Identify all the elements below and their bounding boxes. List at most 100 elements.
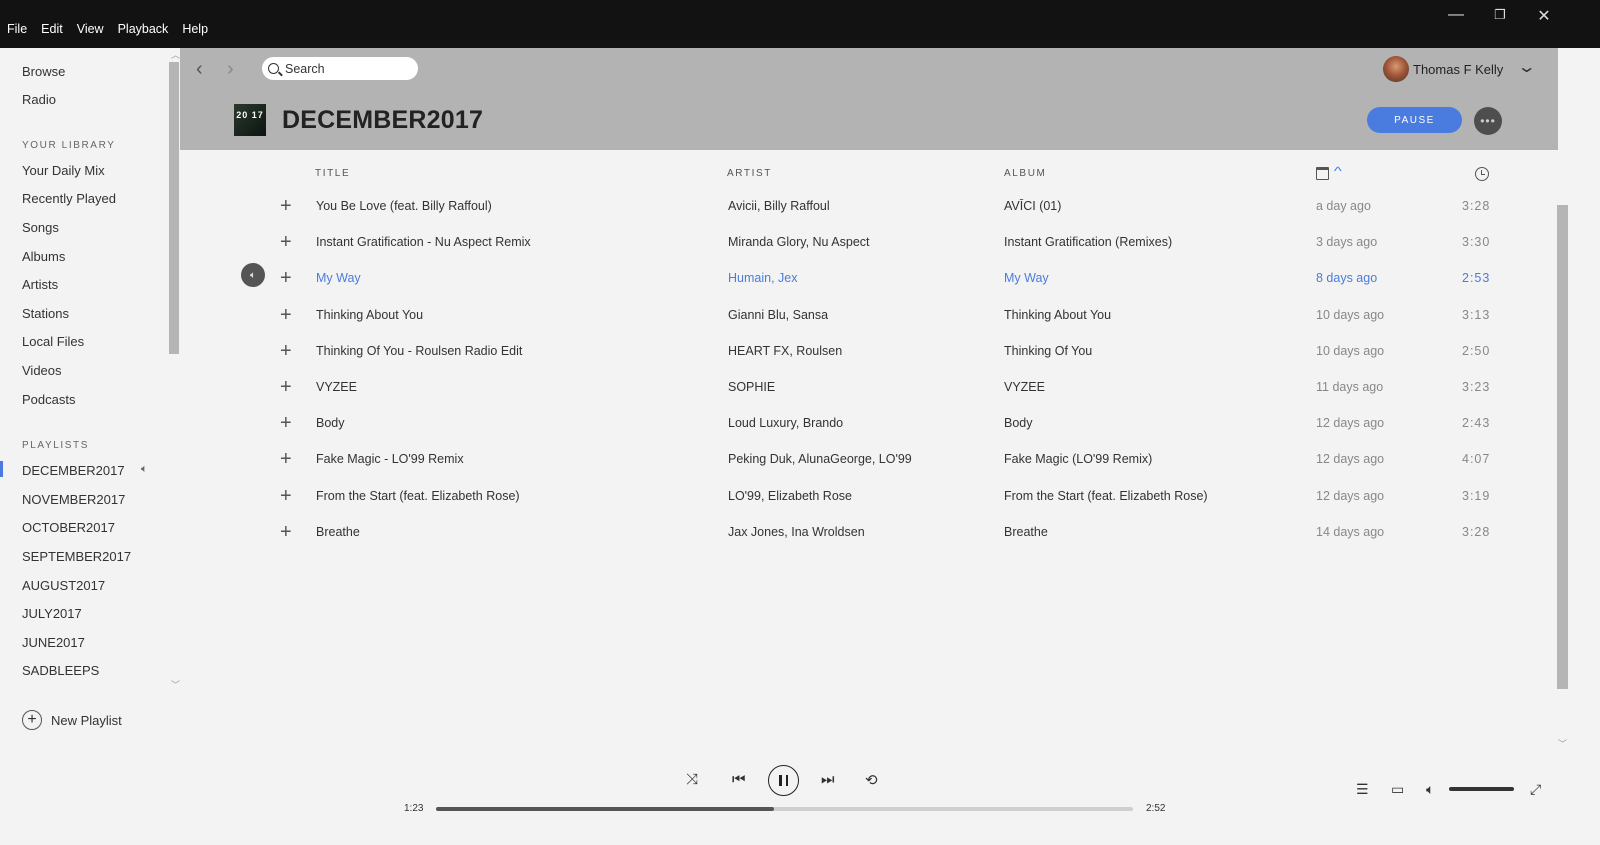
add-track-icon[interactable]: + bbox=[280, 412, 292, 435]
track-album[interactable]: Instant Gratification (Remixes) bbox=[1004, 235, 1172, 249]
sort-ascending-icon[interactable]: ^ bbox=[1334, 164, 1342, 178]
new-playlist-button[interactable]: + New Playlist bbox=[22, 710, 122, 730]
search-input[interactable]: Search bbox=[262, 57, 418, 80]
menu-help[interactable]: Help bbox=[175, 22, 215, 36]
track-album[interactable]: AVĪCI (01) bbox=[1004, 199, 1061, 213]
user-name[interactable]: Thomas F Kelly bbox=[1413, 62, 1503, 77]
sidebar-item-local-files[interactable]: Local Files bbox=[22, 334, 84, 349]
volume-icon[interactable]: 🔈︎ bbox=[1426, 781, 1434, 798]
track-row[interactable]: + Thinking Of You - Roulsen Radio Edit HEA… bbox=[180, 340, 1558, 380]
sidebar-item-radio[interactable]: Radio bbox=[22, 92, 56, 107]
sidebar-item-artists[interactable]: Artists bbox=[22, 277, 58, 292]
sidebar-item-stations[interactable]: Stations bbox=[22, 306, 69, 321]
sidebar-playlist-december2017[interactable]: DECEMBER2017 bbox=[22, 463, 125, 478]
fullscreen-icon[interactable]: ⤢ bbox=[1530, 781, 1541, 798]
track-album[interactable]: Fake Magic (LO'99 Remix) bbox=[1004, 452, 1152, 466]
track-artist[interactable]: Gianni Blu, Sansa bbox=[728, 308, 828, 322]
track-album[interactable]: VYZEE bbox=[1004, 380, 1045, 394]
track-album[interactable]: From the Start (feat. Elizabeth Rose) bbox=[1004, 489, 1208, 503]
sidebar-item-podcasts[interactable]: Podcasts bbox=[22, 392, 75, 407]
track-album[interactable]: Thinking About You bbox=[1004, 308, 1111, 322]
more-options-button[interactable]: ••• bbox=[1474, 107, 1502, 135]
menu-file[interactable]: File bbox=[0, 22, 34, 36]
sidebar-playlist-october2017[interactable]: OCTOBER2017 bbox=[22, 520, 115, 535]
track-album[interactable]: Breathe bbox=[1004, 525, 1048, 539]
add-track-icon[interactable]: + bbox=[280, 195, 292, 218]
pause-button[interactable]: PAUSE bbox=[1367, 107, 1462, 133]
sidebar-item-videos[interactable]: Videos bbox=[22, 363, 62, 378]
column-header-album[interactable]: ALBUM bbox=[1004, 168, 1046, 179]
sidebar-playlist-july2017[interactable]: JULY2017 bbox=[22, 606, 82, 621]
chevron-down-icon[interactable]: ⌄ bbox=[1517, 57, 1537, 77]
next-icon[interactable]: ⏭︎ bbox=[821, 771, 835, 788]
menu-edit[interactable]: Edit bbox=[34, 22, 70, 36]
track-row[interactable]: + Fake Magic - LO'99 Remix Peking Duk, Alu… bbox=[180, 448, 1558, 488]
user-avatar[interactable] bbox=[1383, 56, 1409, 82]
now-playing-speaker-icon[interactable]: 🔈︎ bbox=[241, 263, 265, 287]
track-row[interactable]: + Thinking About You Gianni Blu, Sansa Thin… bbox=[180, 304, 1558, 344]
track-row[interactable]: + You Be Love (feat. Billy Raffoul) Avicii… bbox=[180, 195, 1558, 235]
track-row[interactable]: + Instant Gratification - Nu Aspect Remix… bbox=[180, 231, 1558, 271]
progress-bar[interactable] bbox=[436, 807, 1133, 811]
minimize-icon[interactable]: — bbox=[1446, 6, 1466, 24]
main-scroll-down-icon[interactable]: ﹀ bbox=[1558, 737, 1567, 750]
sidebar-item-songs[interactable]: Songs bbox=[22, 220, 59, 235]
shuffle-icon[interactable]: ⤨ bbox=[686, 771, 698, 788]
main-scrollbar[interactable] bbox=[1557, 205, 1568, 689]
track-artist[interactable]: LO'99, Elizabeth Rose bbox=[728, 489, 852, 503]
add-track-icon[interactable]: + bbox=[280, 485, 292, 508]
sidebar-item-browse[interactable]: Browse bbox=[22, 64, 65, 79]
add-track-icon[interactable]: + bbox=[280, 340, 292, 363]
sidebar-playlist-september2017[interactable]: SEPTEMBER2017 bbox=[22, 549, 131, 564]
track-artist[interactable]: Miranda Glory, Nu Aspect bbox=[728, 235, 870, 249]
column-header-artist[interactable]: ARTIST bbox=[727, 168, 772, 179]
track-row[interactable]: + Body Loud Luxury, Brando Body 12 days ago 2… bbox=[180, 412, 1558, 452]
add-track-icon[interactable]: + bbox=[280, 448, 292, 471]
repeat-icon[interactable]: ⟲ bbox=[865, 771, 878, 789]
play-pause-button[interactable] bbox=[768, 765, 799, 796]
track-album[interactable]: Body bbox=[1004, 416, 1033, 430]
sidebar-playlist-june2017[interactable]: JUNE2017 bbox=[22, 635, 85, 650]
sidebar-scroll-up-icon[interactable]: ︿ bbox=[171, 48, 180, 61]
add-track-icon[interactable]: + bbox=[280, 231, 292, 254]
sidebar-item-daily-mix[interactable]: Your Daily Mix bbox=[22, 163, 105, 178]
track-artist[interactable]: Loud Luxury, Brando bbox=[728, 416, 843, 430]
menu-view[interactable]: View bbox=[70, 22, 111, 36]
sidebar-item-albums[interactable]: Albums bbox=[22, 249, 65, 264]
track-album[interactable]: My Way bbox=[1004, 271, 1049, 285]
devices-icon[interactable]: ▭ bbox=[1391, 781, 1404, 798]
calendar-icon[interactable] bbox=[1316, 167, 1329, 180]
add-track-icon[interactable]: + bbox=[280, 267, 292, 290]
add-track-icon[interactable]: + bbox=[280, 521, 292, 544]
track-artist[interactable]: Avicii, Billy Raffoul bbox=[728, 199, 830, 213]
track-row[interactable]: 🔈︎ + My Way Humain, Jex My Way 8 days ago 2:53 bbox=[180, 263, 1558, 307]
clock-icon[interactable] bbox=[1475, 167, 1489, 181]
column-header-title[interactable]: TITLE bbox=[315, 168, 350, 179]
sidebar-playlist-sadbleeps[interactable]: SADBLEEPS bbox=[22, 663, 99, 678]
sidebar-item-recently-played[interactable]: Recently Played bbox=[22, 191, 116, 206]
volume-slider[interactable] bbox=[1449, 787, 1514, 791]
restore-icon[interactable]: ❐ bbox=[1490, 7, 1510, 23]
add-track-icon[interactable]: + bbox=[280, 376, 292, 399]
previous-icon[interactable]: ⏮︎ bbox=[732, 771, 746, 788]
track-row[interactable]: + From the Start (feat. Elizabeth Rose) LO… bbox=[180, 485, 1558, 525]
track-date-added: 12 days ago bbox=[1316, 452, 1385, 466]
add-track-icon[interactable]: + bbox=[280, 304, 292, 327]
queue-icon[interactable]: ☰ bbox=[1356, 781, 1369, 798]
forward-arrow-icon[interactable]: › bbox=[227, 58, 234, 81]
track-artist[interactable]: Peking Duk, AlunaGeorge, LO'99 bbox=[728, 452, 912, 466]
track-row[interactable]: + Breathe Jax Jones, Ina Wroldsen Breathe 14… bbox=[180, 521, 1558, 561]
track-album[interactable]: Thinking Of You bbox=[1004, 344, 1092, 358]
menu-playback[interactable]: Playback bbox=[111, 22, 176, 36]
sidebar-scroll-down-icon[interactable]: ﹀ bbox=[171, 678, 180, 691]
sidebar-playlist-november2017[interactable]: NOVEMBER2017 bbox=[22, 492, 125, 507]
track-artist[interactable]: SOPHIE bbox=[728, 380, 775, 394]
sidebar-playlist-august2017[interactable]: AUGUST2017 bbox=[22, 578, 105, 593]
sidebar-scrollbar[interactable] bbox=[169, 62, 179, 354]
close-icon[interactable]: ✕ bbox=[1534, 6, 1554, 26]
track-artist[interactable]: Jax Jones, Ina Wroldsen bbox=[728, 525, 865, 539]
track-artist[interactable]: HEART FX, Roulsen bbox=[728, 344, 842, 358]
track-row[interactable]: + VYZEE SOPHIE VYZEE 11 days ago 3:23 bbox=[180, 376, 1558, 416]
back-arrow-icon[interactable]: ‹ bbox=[196, 58, 203, 81]
track-artist[interactable]: Humain, Jex bbox=[728, 271, 797, 285]
